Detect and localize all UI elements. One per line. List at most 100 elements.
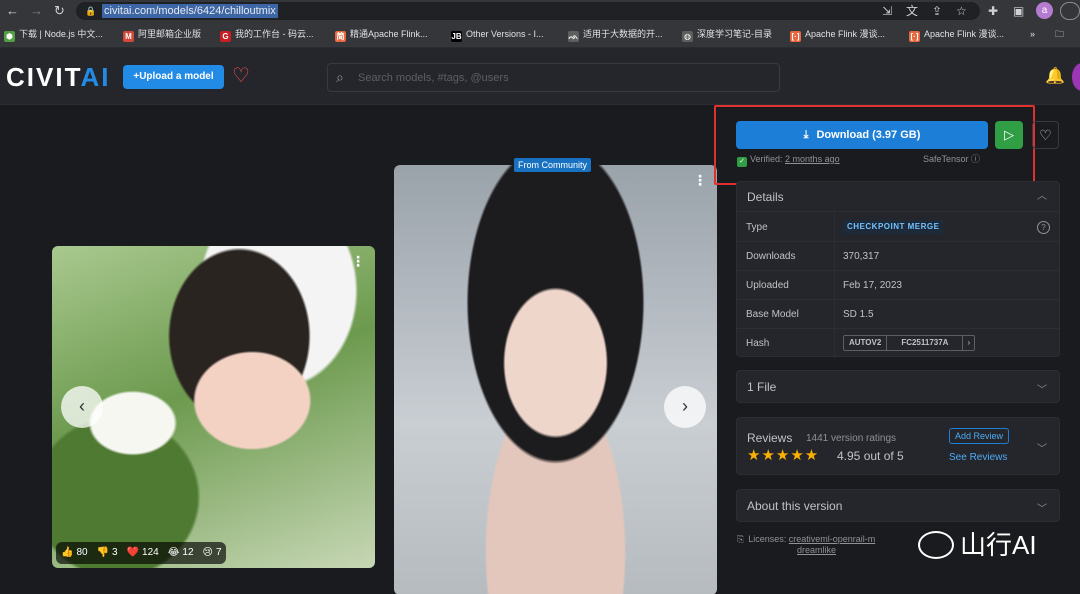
bookmark-item[interactable]: JB Other Versions - I...	[451, 27, 544, 42]
license-link-1[interactable]: creativeml-openrail-m	[789, 534, 876, 544]
bookmark-item[interactable]: ⬢ 下载 | Node.js 中文...	[4, 27, 103, 42]
detail-key: Hash	[746, 338, 770, 349]
detail-key: Downloads	[746, 251, 796, 262]
reactions-bar: 👍 80 👎 3 ❤️ 124 😂 12 😢 7	[56, 542, 226, 564]
favorite-button[interactable]: ♡	[1032, 121, 1059, 149]
url-text[interactable]: civitai.com/models/6424/chilloutmix	[102, 4, 278, 18]
run-button[interactable]: ▷	[995, 121, 1023, 149]
chevron-right-icon[interactable]: ›	[963, 336, 974, 350]
reaction-icon: ❤️	[126, 547, 140, 558]
star-bookmark-icon[interactable]: ☆	[956, 3, 967, 19]
translate-icon[interactable]: 文	[906, 3, 918, 19]
search-input[interactable]: Search models, #tags, @users	[358, 72, 509, 84]
reaction-count: 12	[182, 547, 194, 558]
more-bookmarks-icon[interactable]: »	[1030, 27, 1035, 41]
reviews-panel: Reviews 1441 version ratings ★★★★★ 4.95 …	[736, 417, 1060, 475]
download-label: Download (3.97 GB)	[816, 129, 921, 141]
reaction-button[interactable]: 😢 7	[203, 547, 222, 558]
bookmark-label: 下载 | Node.js 中文...	[19, 29, 103, 39]
reaction-button[interactable]: ❤️ 124	[127, 547, 159, 558]
reaction-icon: 👍	[61, 547, 74, 558]
help-icon[interactable]: ?	[1037, 221, 1050, 234]
upload-label: Upload a model	[139, 71, 214, 82]
heart-outline-icon: ♡	[1039, 127, 1052, 143]
license-link-2[interactable]: dreamlike	[797, 545, 836, 555]
extensions-icon[interactable]: ✚	[988, 3, 998, 19]
info-icon[interactable]: ⓘ	[971, 154, 980, 164]
user-avatar[interactable]	[1072, 63, 1080, 91]
bookmark-item[interactable]: G 我的工作台 - 码云...	[220, 27, 314, 42]
upload-model-button[interactable]: +Upload a model	[123, 65, 224, 89]
more-options-icon[interactable]: ⋮	[693, 173, 707, 187]
chevron-down-icon[interactable]: ﹀	[1037, 440, 1047, 455]
chevron-right-icon: ›	[682, 396, 688, 416]
bookmark-item[interactable]: 简精通Apache Flink...	[335, 27, 428, 42]
hash-value[interactable]: FC2511737A	[887, 336, 964, 350]
logo-accent: AI	[80, 62, 111, 92]
license-prefix: Licenses:	[748, 534, 787, 544]
watermark-text: 山行AI	[960, 530, 1037, 560]
bracket-icon: [·]	[909, 31, 920, 42]
aliyun-mail-icon: M	[123, 31, 134, 42]
license-info: ⎘ Licenses: creativeml-openrail-m dreamli…	[737, 534, 875, 556]
bookmark-label: Apache Flink 漫谈...	[924, 29, 1005, 39]
verified-date-link[interactable]: 2 months ago	[785, 154, 840, 164]
carousel-prev-button[interactable]: ‹	[61, 386, 103, 428]
reaction-button[interactable]: 😂 12	[168, 547, 194, 558]
browser-toolbar: ← → ↻ 🔒 civitai.com/models/6424/chillout…	[0, 0, 1080, 22]
reload-icon[interactable]: ↻	[54, 3, 65, 19]
hash-selector[interactable]: AUTOV2 FC2511737A ›	[843, 335, 976, 351]
bookmark-item[interactable]: [·] Apache Flink 漫谈...	[909, 27, 1004, 42]
reaction-button[interactable]: 👎 3	[97, 547, 118, 558]
bookmark-label: 深度学习笔记-目录	[697, 29, 772, 39]
gallery-image-2[interactable]: ⋮	[394, 165, 717, 594]
detail-row-hash: Hash AUTOV2 FC2511737A ›	[737, 329, 1059, 358]
heart-icon[interactable]: ♡	[232, 64, 250, 88]
more-options-icon[interactable]: ⋮	[351, 254, 365, 268]
reaction-count: 80	[76, 547, 88, 558]
bookmark-item[interactable]: M 阿里邮箱企业版	[123, 27, 201, 42]
civitai-logo[interactable]: CIVITAI	[6, 62, 111, 92]
forward-arrow-icon[interactable]: →	[30, 3, 43, 19]
update-pill[interactable]	[1060, 2, 1080, 20]
reaction-button[interactable]: 👍 80	[61, 547, 88, 558]
bell-icon[interactable]: 🔔	[1045, 67, 1065, 87]
details-header[interactable]: Details ︿	[737, 182, 1059, 212]
carousel-next-button[interactable]: ›	[664, 386, 706, 428]
add-review-button[interactable]: Add Review	[949, 428, 1010, 444]
detail-value: SD 1.5	[843, 309, 874, 320]
browser-profile-avatar[interactable]: a	[1036, 2, 1053, 19]
bookmark-item[interactable]: [·] Apache Flink 漫谈...	[790, 27, 885, 42]
download-button[interactable]: ⤓ Download (3.97 GB)	[736, 121, 988, 149]
hash-algorithm[interactable]: AUTOV2	[844, 336, 888, 350]
type-badge: CHECKPOINT MERGE	[843, 220, 944, 234]
logo-main: CIVIT	[6, 62, 81, 92]
detail-row-type: Type CHECKPOINT MERGE ?	[737, 213, 1059, 242]
reviews-title: Reviews	[747, 431, 793, 445]
see-reviews-link[interactable]: See Reviews	[949, 451, 1007, 464]
address-bar[interactable]: 🔒 civitai.com/models/6424/chilloutmix	[76, 2, 980, 20]
bookmark-item[interactable]: ◍ 深度学习笔记-目录	[682, 27, 772, 42]
folder-icon[interactable]: 🗀	[1055, 27, 1064, 41]
search-icon: ⌕	[336, 69, 344, 85]
jetbrains-icon: JB	[451, 31, 462, 42]
about-version-panel[interactable]: About this version ﹀	[736, 489, 1060, 522]
gitee-icon: G	[220, 31, 231, 42]
bookmark-label: 精通Apache Flink...	[350, 29, 428, 39]
search-box[interactable]: ⌕ Search models, #tags, @users	[327, 63, 780, 92]
book-icon: 简	[335, 31, 346, 42]
back-arrow-icon[interactable]: ←	[6, 3, 19, 19]
file-format: SafeTensor ⓘ	[923, 153, 980, 165]
reaction-count: 124	[142, 547, 159, 558]
sidebar-icon[interactable]: ▣	[1013, 3, 1024, 19]
detail-row-base-model: Base Model SD 1.5	[737, 300, 1059, 329]
files-panel[interactable]: 1 File ﹀	[736, 370, 1060, 403]
site-header: CIVITAI +Upload a model ♡ ⌕ Search model…	[0, 48, 1080, 105]
bookmark-label: 我的工作台 - 码云...	[235, 29, 314, 39]
bookmark-item[interactable]: ᨒ 适用于大数据的开...	[568, 27, 663, 42]
reaction-icon: 😢	[202, 547, 213, 558]
install-app-icon[interactable]: ⇲	[882, 3, 892, 19]
chevron-down-icon: ﹀	[1037, 385, 1047, 396]
flink-icon: ᨒ	[568, 31, 579, 42]
share-icon[interactable]: ⇪	[932, 3, 942, 19]
